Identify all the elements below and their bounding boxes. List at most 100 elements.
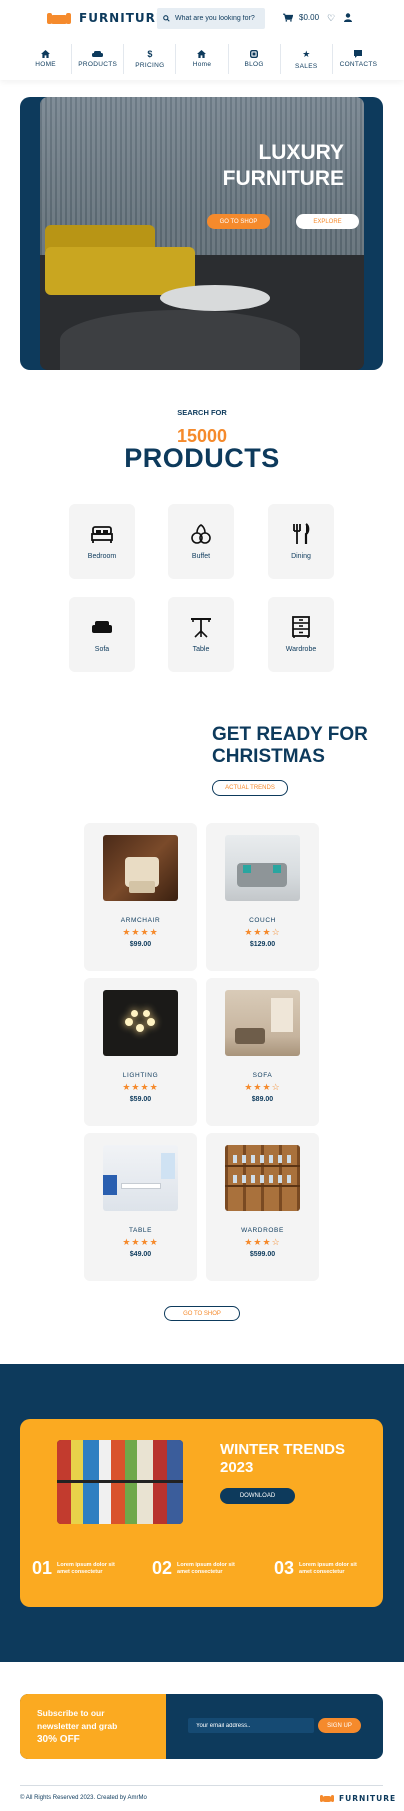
product-card-wardrobe[interactable]: WARDROBE ★★★☆ $599.00 [206,1133,319,1281]
category-buffet[interactable]: Buffet [168,504,234,579]
step-item: 01 Lorem ipsum dolor sit amet consectetu… [32,1558,115,1579]
actual-trends-button[interactable]: ACTUAL TRENDS [212,780,288,796]
wardrobe-image [225,1145,300,1211]
footer-divider [20,1785,383,1786]
product-name: TABLE [128,1227,153,1234]
product-price: $49.00 [129,1251,152,1258]
heart-icon[interactable]: ♡ [327,13,335,24]
product-rating: ★★★☆ [244,1237,281,1247]
nav-label: SALES [295,62,318,70]
product-rating: ★★★☆ [244,1082,281,1092]
main-nav: HOME PRODUCTS $ PRICING Home BLOG ★ SALE… [20,44,384,74]
category-label: Dining [291,553,311,560]
product-rating: ★★★★ [122,1082,159,1092]
hero-living-room-image [40,97,364,370]
product-rating: ★★★☆ [244,927,281,937]
header-icons: ♡ [327,13,353,24]
nav-item-pricing[interactable]: $ PRICING [124,44,177,74]
category-dining[interactable]: Dining [268,504,334,579]
download-button[interactable]: DOWNLOAD [220,1488,295,1504]
search-box[interactable] [157,8,265,29]
step-item: 02 Lorem ipsum dolor sit amet consectetu… [152,1558,235,1579]
armchair-logo-icon [47,10,71,26]
step-item: 03 Lorem ipsum dolor sit amet consectetu… [274,1558,357,1579]
category-bedroom[interactable]: Bedroom [69,504,135,579]
product-name: COUCH [249,917,276,924]
nav-label: HOME [35,61,56,68]
winter-heading: WINTER TRENDS 2023 [220,1441,345,1476]
christmas-heading: GET READY FOR CHRISTMAS [212,724,368,767]
product-price: $99.00 [129,941,152,948]
nav-item-blog[interactable]: BLOG [229,44,281,74]
category-label: Table [192,646,210,653]
category-label: Bedroom [87,553,117,560]
nav-label: BLOG [244,61,264,68]
product-name: SOFA [252,1072,273,1079]
go-to-shop-button[interactable]: GO TO SHOP [164,1306,240,1321]
footer-logo-text: FURNITURE [339,1793,397,1803]
product-name: WARDROBE [241,1227,284,1234]
bed-icon [91,526,113,543]
magazines-image [57,1440,183,1524]
email-field[interactable] [188,1718,314,1733]
home-icon [41,50,51,58]
product-name: ARMCHAIR [120,917,161,924]
logo-text: FURNITURE [79,11,166,25]
step-number: 01 [32,1558,53,1578]
nav-label: CONTACTS [339,61,378,68]
nav-label: PRODUCTS [78,60,118,68]
product-card-sofa[interactable]: SOFA ★★★☆ $89.00 [206,978,319,1126]
table-icon [191,618,211,638]
nav-label: PRICING [135,62,165,69]
nav-item-home-2[interactable]: Home [176,44,229,74]
step-number: 02 [152,1558,173,1578]
blog-icon [250,50,259,58]
category-label: Wardrobe [285,646,317,653]
product-card-lighting[interactable]: LIGHTING ★★★★ $59.00 [84,978,197,1126]
nav-item-sales[interactable]: ★ SALES [281,44,333,74]
newsletter-text: Subscribe to our newsletter and grab 30%… [37,1707,157,1746]
sofa-icon [92,50,104,57]
nav-item-contacts[interactable]: CONTACTS [333,44,384,74]
site-header: FURNITURE $0.00 ♡ HOME PRODUCTS $ PRICIN… [0,0,404,80]
products-heading: PRODUCTS [124,443,280,473]
wardrobe-icon [292,616,310,638]
product-card-armchair[interactable]: ARMCHAIR ★★★★ $99.00 [84,823,197,971]
search-for-label: SEARCH FOR [177,408,227,417]
sofa-image [225,990,300,1056]
product-rating: ★★★★ [122,927,159,937]
category-table[interactable]: Table [168,597,234,672]
product-price: $129.00 [249,941,276,948]
top-bar: FURNITURE $0.00 ♡ [0,0,404,38]
newsletter-offer: 30% OFF [37,1734,80,1745]
armchair-image [103,835,178,901]
category-wardrobe[interactable]: Wardrobe [268,597,334,672]
search-input[interactable] [175,15,263,22]
cart[interactable]: $0.00 [283,13,319,22]
cart-icon [283,13,293,22]
logo[interactable]: FURNITURE [47,10,165,26]
nav-item-products[interactable]: PRODUCTS [72,44,125,74]
product-card-table[interactable]: TABLE ★★★★ $49.00 [84,1133,197,1281]
product-name: LIGHTING [122,1072,159,1079]
newsletter-banner: Subscribe to our newsletter and grab 30%… [20,1694,383,1759]
sign-up-button[interactable]: SIGN UP [318,1718,361,1733]
nav-item-home[interactable]: HOME [20,44,73,74]
dining-icon [293,523,310,544]
step-text: Lorem ipsum dolor sit amet consectetur [299,1561,357,1575]
hero-explore-button[interactable]: EXPLORE [296,214,359,229]
sofa-icon [92,621,112,633]
home-icon [197,50,207,58]
step-text: Lorem ipsum dolor sit amet consectetur [177,1561,235,1575]
hero-title: LUXURY FURNITURE [222,141,344,190]
product-card-couch[interactable]: COUCH ★★★☆ $129.00 [206,823,319,971]
footer-logo[interactable]: FURNITURE [320,1793,396,1803]
category-sofa[interactable]: Sofa [69,597,135,672]
user-icon[interactable] [344,13,353,22]
cart-total: $0.00 [299,13,320,22]
couch-image [225,835,300,901]
star-icon: ★ [302,48,311,59]
product-price: $599.00 [249,1251,276,1258]
hero-shop-button[interactable]: GO TO SHOP [207,214,270,229]
dollar-icon: $ [147,49,153,59]
